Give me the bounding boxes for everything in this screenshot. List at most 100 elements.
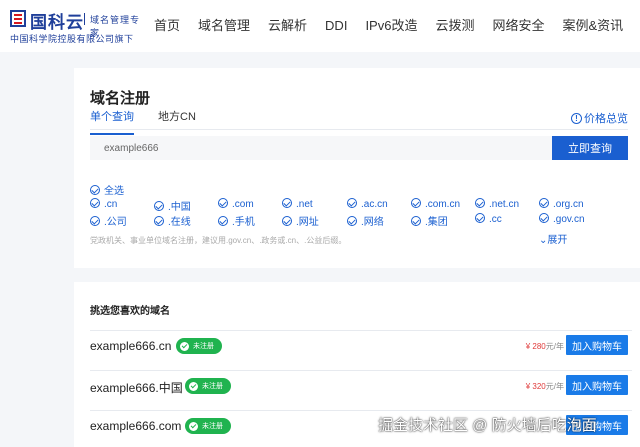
check-circle-icon: [411, 216, 421, 226]
nav-network-security[interactable]: 网络安全: [483, 0, 553, 52]
tld-label: .中国: [168, 202, 191, 213]
price-overview-link[interactable]: ! 价格总览: [571, 110, 628, 126]
main-nav: 首页 域名管理 云解析 DDI IPv6改造 云拨测 网络安全 案例&资讯 关: [145, 0, 640, 52]
tld-label: .在线: [168, 217, 191, 228]
price-text: ¥ 320元/年: [526, 381, 564, 392]
check-circle-icon: [154, 201, 164, 211]
check-circle-icon: [282, 216, 292, 226]
tld-label: .集团: [425, 217, 448, 228]
expand-label: 展开: [547, 235, 568, 246]
tld-option[interactable]: .net: [282, 198, 313, 210]
tld-option[interactable]: .com: [218, 198, 254, 210]
nav-cases-news[interactable]: 案例&资讯: [553, 0, 632, 52]
check-circle-icon: [475, 213, 485, 223]
domain-search-bar: 立即查询: [90, 136, 628, 160]
status-badge: 未注册: [185, 378, 231, 394]
add-to-cart-button[interactable]: 加入购物车: [566, 335, 628, 355]
tld-label: .网址: [296, 217, 319, 228]
site-header: 国科云 域名管理专家 中国科学院控股有限公司旗下 首页 域名管理 云解析 DDI…: [0, 0, 640, 52]
price-unit: 元/年: [545, 342, 564, 351]
check-circle-icon: [347, 198, 357, 208]
check-circle-icon: [282, 198, 292, 208]
result-domain: example666.cn: [90, 339, 172, 353]
check-icon: [189, 421, 198, 431]
logo-subtitle: 中国科学院控股有限公司旗下: [10, 34, 134, 44]
logo-brand: 国科云: [30, 13, 84, 32]
tld-label: .ac.cn: [361, 199, 388, 210]
check-circle-icon: [475, 198, 485, 208]
price-text: ¥ 280元/年: [526, 341, 564, 352]
query-tabs: 单个查询 地方CN: [90, 107, 220, 135]
tld-option[interactable]: .cc: [475, 213, 502, 225]
status-label: 未注册: [193, 343, 214, 350]
check-circle-icon: [539, 198, 549, 208]
nav-cloud-probe[interactable]: 云拨测: [426, 0, 483, 52]
tld-label: .cn: [104, 199, 118, 210]
tld-option[interactable]: .gov.cn: [539, 213, 585, 225]
tld-label: .手机: [232, 217, 255, 228]
price-amount: ¥ 280: [525, 342, 546, 351]
check-icon: [189, 381, 198, 391]
check-circle-icon: [218, 216, 228, 226]
check-circle-icon: [411, 198, 421, 208]
domain-search-input[interactable]: [90, 136, 552, 160]
tld-option[interactable]: .com.cn: [411, 198, 460, 210]
check-icon: [180, 341, 189, 351]
tld-label: .net: [296, 199, 313, 210]
check-circle-icon: [218, 198, 228, 208]
select-all-checkbox[interactable]: 全选: [90, 182, 124, 197]
result-row: example666.中国 未注册 ¥ 320元/年 加入购物车: [90, 370, 632, 400]
check-circle-icon: [90, 185, 100, 195]
nav-about[interactable]: 关: [632, 0, 640, 52]
expand-toggle[interactable]: ⌄展开: [539, 231, 567, 246]
tld-label: .com: [232, 199, 254, 210]
nav-ipv6[interactable]: IPv6改造: [356, 0, 426, 52]
tld-option[interactable]: .ac.cn: [347, 198, 388, 210]
tld-option[interactable]: .手机: [218, 213, 255, 228]
logo-divider: [84, 13, 85, 25]
price-amount: ¥ 320: [525, 382, 546, 391]
tld-label: .cc: [489, 214, 502, 225]
info-icon: !: [571, 112, 582, 124]
search-button[interactable]: 立即查询: [552, 136, 628, 160]
tab-divider: [90, 129, 628, 130]
tld-option[interactable]: .cn: [90, 198, 117, 210]
check-circle-icon: [347, 216, 357, 226]
nav-cloud-dns[interactable]: 云解析: [259, 0, 316, 52]
price-overview-label: 价格总览: [584, 113, 628, 125]
result-row: example666.cn 未注册 ¥ 280元/年 加入购物车: [90, 330, 632, 360]
panel-title: 域名注册: [90, 90, 151, 107]
tld-label: .org.cn: [553, 199, 584, 210]
tld-option[interactable]: .net.cn: [475, 198, 519, 210]
tld-label: .网络: [361, 217, 384, 228]
check-circle-icon: [90, 216, 100, 226]
tab-local-cn[interactable]: 地方CN: [158, 107, 196, 131]
check-circle-icon: [90, 198, 100, 208]
nav-home[interactable]: 首页: [145, 0, 189, 52]
registration-note: 党政机关、事业单位域名注册，建议用.gov.cn、.政务或.cn、.公益后缀。: [90, 236, 347, 245]
tld-option[interactable]: .网址: [282, 213, 319, 228]
logo[interactable]: 国科云 域名管理专家 中国科学院控股有限公司旗下: [10, 8, 145, 44]
price-unit: 元/年: [545, 382, 564, 391]
status-badge: 未注册: [185, 418, 231, 434]
tld-option[interactable]: .公司: [90, 213, 127, 228]
tld-option[interactable]: .网络: [347, 213, 384, 228]
select-all-label: 全选: [104, 186, 124, 197]
add-to-cart-button[interactable]: 加入购物车: [566, 375, 628, 395]
tld-option[interactable]: .在线: [154, 213, 191, 228]
tld-option[interactable]: .中国: [154, 198, 191, 213]
tld-option[interactable]: .集团: [411, 213, 448, 228]
nav-domain-management[interactable]: 域名管理: [189, 0, 259, 52]
tld-label: .com.cn: [425, 199, 461, 210]
tld-option[interactable]: .org.cn: [539, 198, 584, 210]
status-label: 未注册: [202, 423, 223, 430]
status-badge: 未注册: [176, 338, 222, 354]
status-label: 未注册: [202, 383, 223, 390]
logo-mark-icon: [10, 10, 26, 27]
watermark: 掘金技术社区 @ 防火墙后吃泡面: [378, 417, 597, 434]
nav-ddi[interactable]: DDI: [316, 0, 356, 52]
tab-single-query[interactable]: 单个查询: [90, 107, 134, 135]
tld-label: .gov.cn: [553, 214, 585, 225]
results-title: 挑选您喜欢的域名: [90, 306, 170, 317]
result-domain: example666.com: [90, 419, 182, 433]
